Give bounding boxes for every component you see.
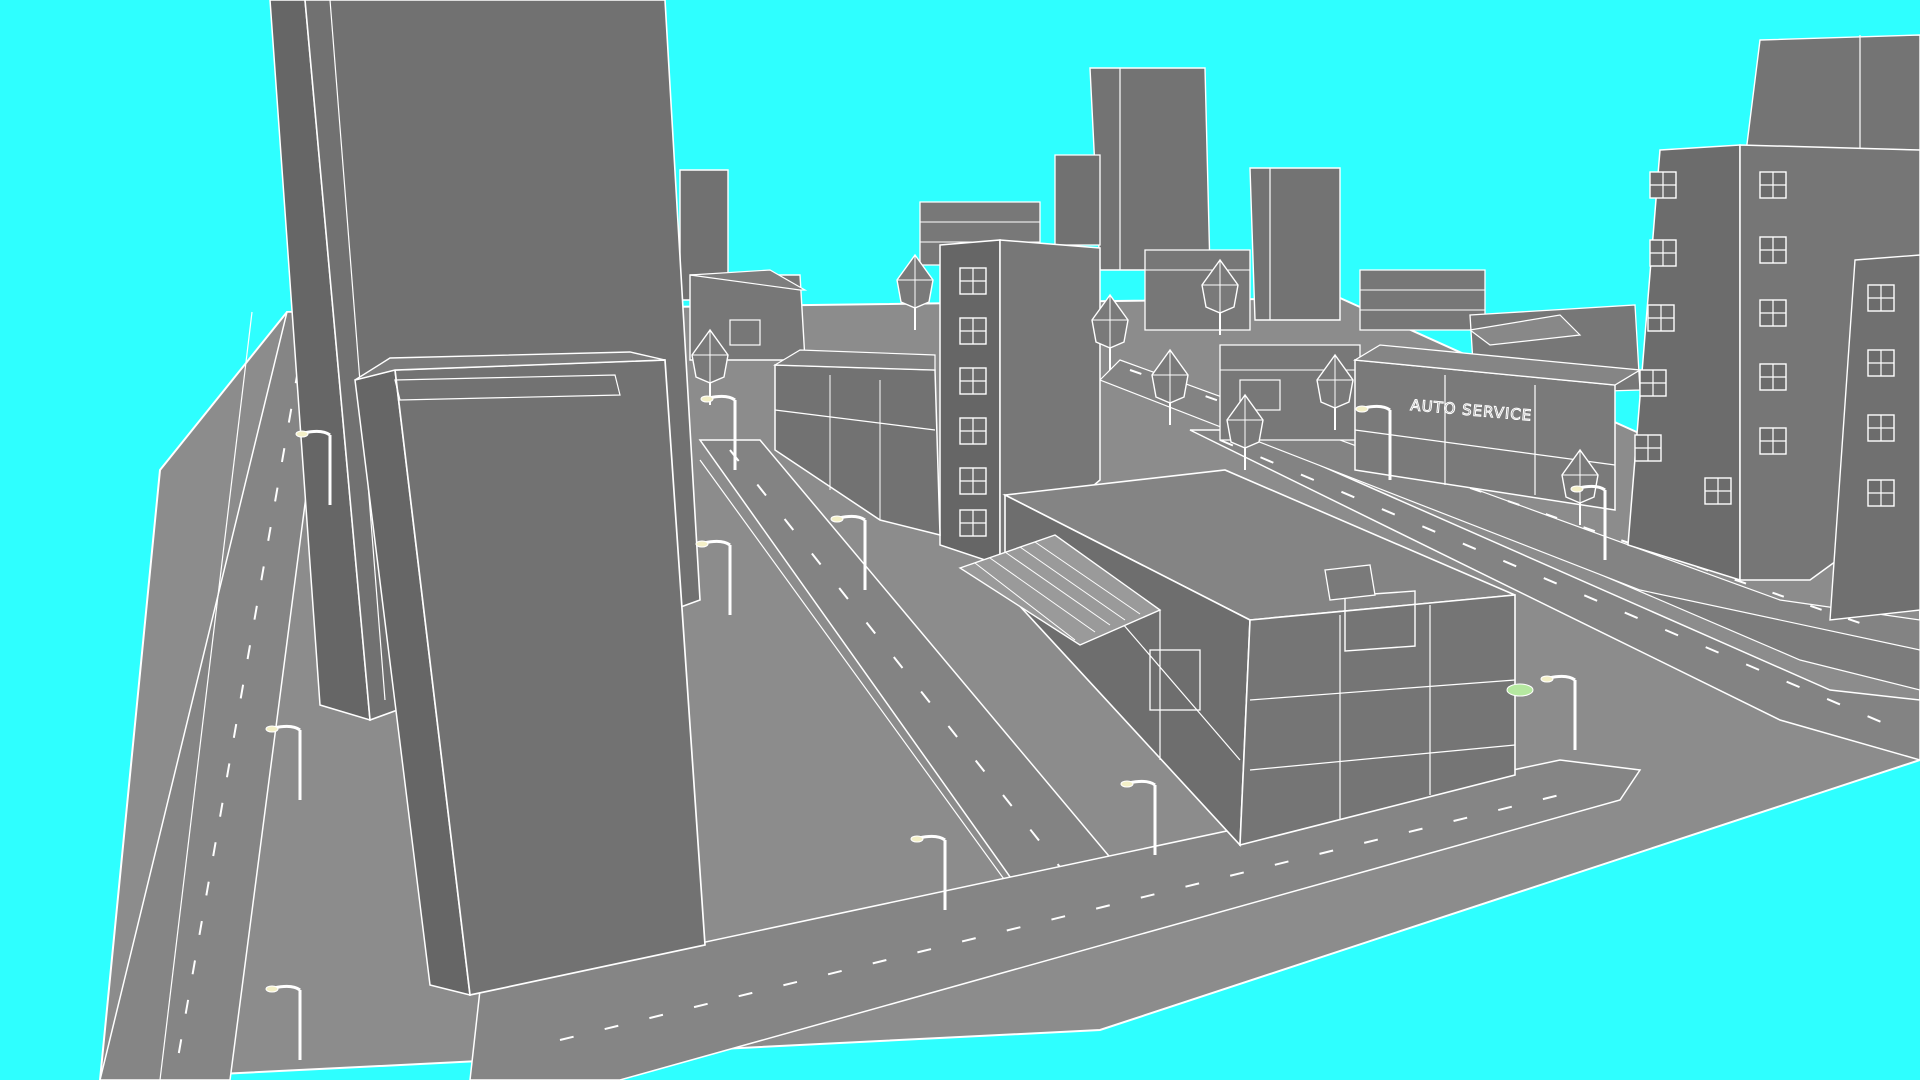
right-tall-building	[1627, 144, 1920, 621]
city-wireframe-scene: AUTO SERVICE	[0, 0, 1920, 1080]
small-car	[1506, 683, 1534, 697]
